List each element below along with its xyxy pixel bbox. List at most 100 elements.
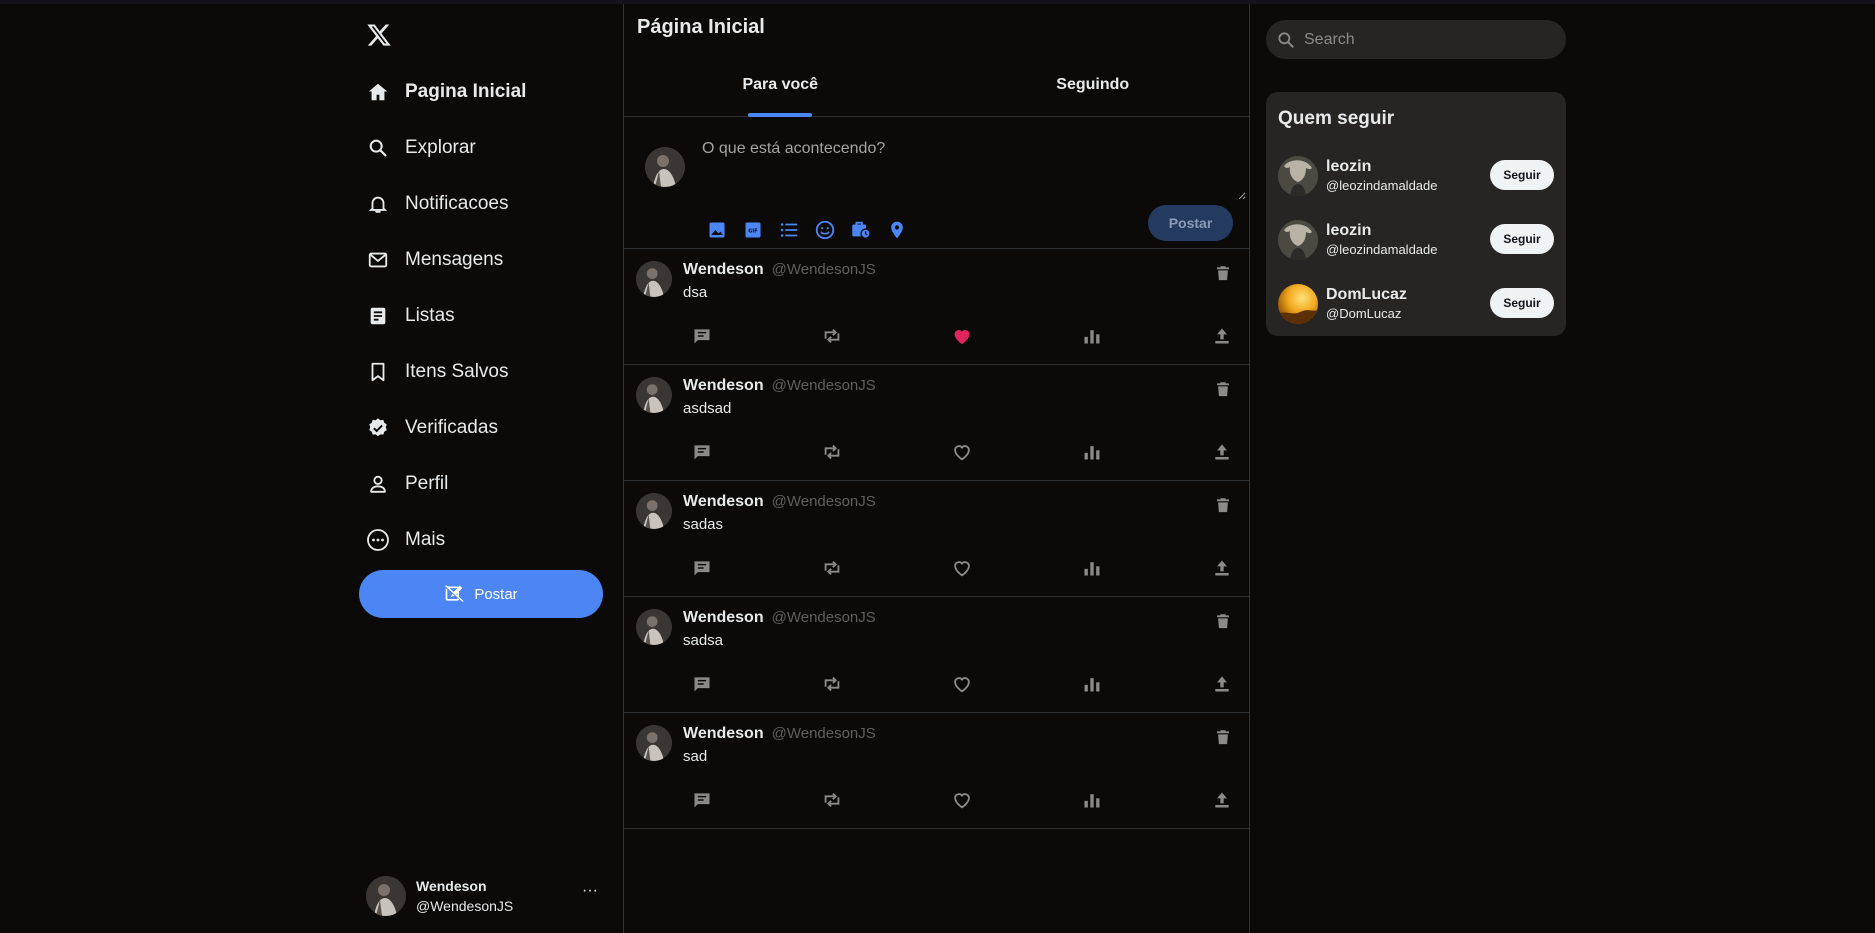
search-input[interactable] xyxy=(1304,30,1544,49)
emoji-icon[interactable] xyxy=(814,219,836,241)
sidebar-item-bookmarks[interactable]: Itens Salvos xyxy=(366,354,509,390)
share-icon[interactable] xyxy=(1210,788,1234,812)
retweet-icon[interactable] xyxy=(820,556,844,580)
retweet-icon[interactable] xyxy=(820,440,844,464)
avatar xyxy=(645,147,685,187)
tweet-author-handle[interactable]: @WendesonJS xyxy=(772,377,876,394)
avatar xyxy=(1278,156,1318,196)
sidebar-item-label: Verificadas xyxy=(405,417,498,438)
trash-icon[interactable] xyxy=(1214,263,1232,283)
bookmark-icon xyxy=(366,360,390,384)
share-icon[interactable] xyxy=(1210,556,1234,580)
analytics-icon[interactable] xyxy=(1080,556,1104,580)
avatar xyxy=(1278,284,1318,324)
avatar xyxy=(1278,220,1318,260)
sidebar-item-label: Explorar xyxy=(405,137,476,158)
retweet-icon[interactable] xyxy=(820,672,844,696)
tab-for-you[interactable]: Para você xyxy=(624,60,937,117)
sidebar-item-verified[interactable]: Verificadas xyxy=(366,410,498,446)
follow-button[interactable]: Seguir xyxy=(1490,288,1554,318)
bell-icon xyxy=(366,192,390,216)
tab-label: Seguindo xyxy=(1056,76,1130,93)
suggestion-handle: @leozindamaldade xyxy=(1326,178,1438,193)
tweet-author-handle[interactable]: @WendesonJS xyxy=(772,261,876,278)
tweet[interactable]: Wendeson @WendesonJS sad xyxy=(624,713,1249,829)
tweet-author-name[interactable]: Wendeson xyxy=(683,725,764,743)
tweet[interactable]: Wendeson @WendesonJS asdsad xyxy=(624,365,1249,481)
post-composer: GIF Postar xyxy=(624,117,1249,249)
image-icon[interactable] xyxy=(706,219,728,241)
tweet[interactable]: Wendeson @WendesonJS dsa xyxy=(624,249,1249,365)
tweet[interactable]: Wendeson @WendesonJS sadsa xyxy=(624,597,1249,713)
account-switcher[interactable]: Wendeson @WendesonJS ··· xyxy=(366,872,606,920)
x-logo-icon[interactable] xyxy=(366,22,394,50)
sidebar-item-lists[interactable]: Listas xyxy=(366,298,455,334)
tweet-author-handle[interactable]: @WendesonJS xyxy=(772,493,876,510)
profile-handle: @WendesonJS xyxy=(416,898,514,914)
follow-suggestion[interactable]: leozin @leozindamaldade Seguir xyxy=(1278,218,1558,262)
suggestion-handle: @DomLucaz xyxy=(1326,306,1402,321)
like-icon[interactable] xyxy=(950,324,974,348)
share-icon[interactable] xyxy=(1210,672,1234,696)
analytics-icon[interactable] xyxy=(1080,440,1104,464)
trash-icon[interactable] xyxy=(1214,379,1232,399)
location-icon[interactable] xyxy=(886,219,908,241)
left-sidebar: Pagina Inicial Explorar Notificacoes Men… xyxy=(358,4,623,933)
person-icon xyxy=(366,472,390,496)
post-button[interactable]: Postar xyxy=(359,570,603,618)
sidebar-item-explore[interactable]: Explorar xyxy=(366,130,476,166)
tweet[interactable]: Wendeson @WendesonJS sadas xyxy=(624,481,1249,597)
like-icon[interactable] xyxy=(950,672,974,696)
tweet-actions xyxy=(690,324,1236,346)
reply-icon[interactable] xyxy=(690,440,714,464)
avatar xyxy=(636,261,672,297)
follow-button[interactable]: Seguir xyxy=(1490,224,1554,254)
tweet-author-name[interactable]: Wendeson xyxy=(683,261,764,279)
compose-post-button[interactable]: Postar xyxy=(1148,205,1233,241)
schedule-icon[interactable] xyxy=(850,219,872,241)
more-options-icon[interactable]: ··· xyxy=(582,882,598,900)
share-icon[interactable] xyxy=(1210,324,1234,348)
compose-textarea[interactable] xyxy=(702,140,1246,200)
share-icon[interactable] xyxy=(1210,440,1234,464)
gif-icon[interactable]: GIF xyxy=(742,219,764,241)
list-icon xyxy=(366,304,390,328)
retweet-icon[interactable] xyxy=(820,324,844,348)
tweet-author-name[interactable]: Wendeson xyxy=(683,377,764,395)
sidebar-item-home[interactable]: Pagina Inicial xyxy=(366,74,526,110)
reply-icon[interactable] xyxy=(690,672,714,696)
reply-icon[interactable] xyxy=(690,324,714,348)
sidebar-item-notifications[interactable]: Notificacoes xyxy=(366,186,509,222)
follow-suggestion[interactable]: DomLucaz @DomLucaz Seguir xyxy=(1278,282,1558,326)
retweet-icon[interactable] xyxy=(820,788,844,812)
like-icon[interactable] xyxy=(950,440,974,464)
sidebar-item-messages[interactable]: Mensagens xyxy=(366,242,503,278)
tweet-author-name[interactable]: Wendeson xyxy=(683,609,764,627)
timeline: Wendeson @WendesonJS dsa Wendeson @Wende… xyxy=(624,249,1249,829)
trash-icon[interactable] xyxy=(1214,495,1232,515)
reply-icon[interactable] xyxy=(690,556,714,580)
tweet-author-name[interactable]: Wendeson xyxy=(683,493,764,511)
sidebar-item-profile[interactable]: Perfil xyxy=(366,466,448,502)
analytics-icon[interactable] xyxy=(1080,672,1104,696)
follow-suggestion[interactable]: leozin @leozindamaldade Seguir xyxy=(1278,154,1558,198)
poll-icon[interactable] xyxy=(778,219,800,241)
trash-icon[interactable] xyxy=(1214,727,1232,747)
sidebar-item-label: Perfil xyxy=(405,473,449,494)
suggestion-name: leozin xyxy=(1326,158,1372,175)
tweet-actions xyxy=(690,672,1236,694)
avatar xyxy=(366,876,406,916)
analytics-icon[interactable] xyxy=(1080,324,1104,348)
follow-button[interactable]: Seguir xyxy=(1490,160,1554,190)
trash-icon[interactable] xyxy=(1214,611,1232,631)
sidebar-item-label: Itens Salvos xyxy=(405,361,509,382)
tab-following[interactable]: Seguindo xyxy=(937,60,1250,116)
tweet-author-handle[interactable]: @WendesonJS xyxy=(772,609,876,626)
like-icon[interactable] xyxy=(950,556,974,580)
reply-icon[interactable] xyxy=(690,788,714,812)
compose-post-icon xyxy=(444,584,465,604)
analytics-icon[interactable] xyxy=(1080,788,1104,812)
tweet-author-handle[interactable]: @WendesonJS xyxy=(772,725,876,742)
like-icon[interactable] xyxy=(950,788,974,812)
sidebar-item-more[interactable]: Mais xyxy=(366,522,445,558)
